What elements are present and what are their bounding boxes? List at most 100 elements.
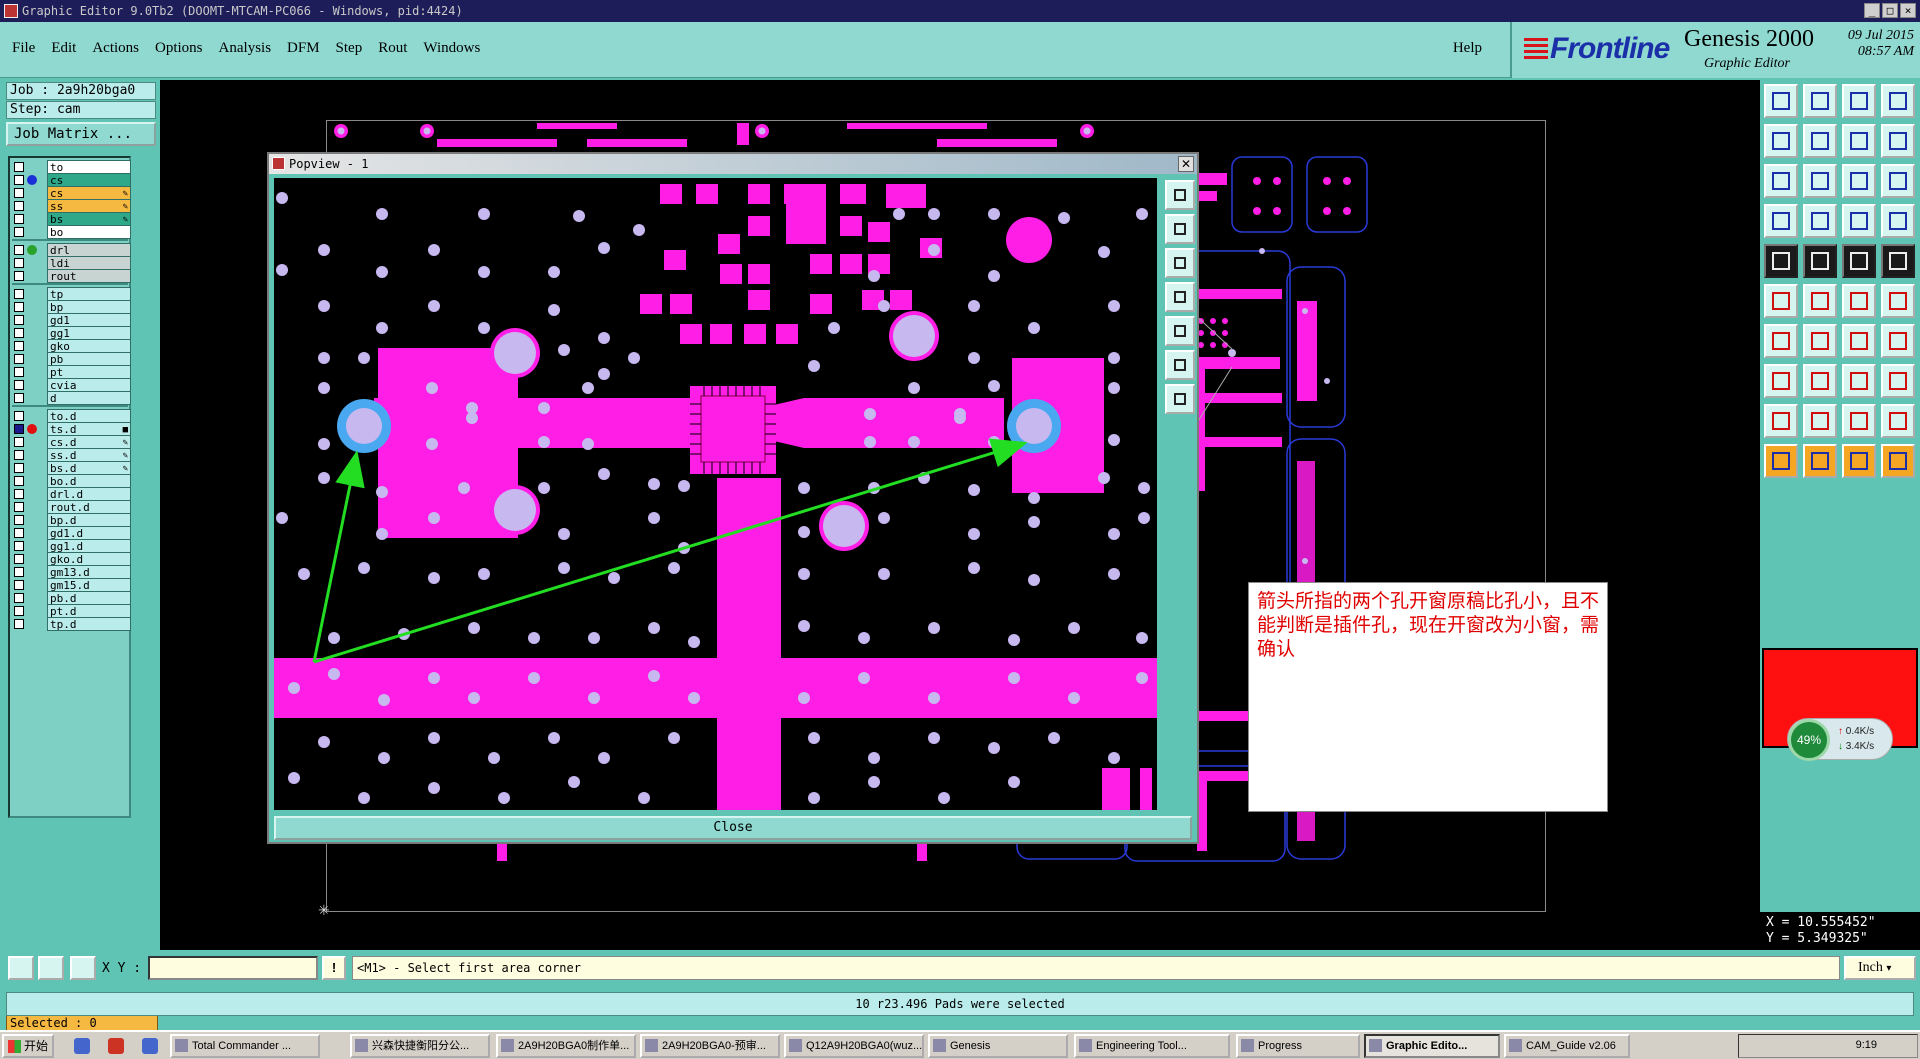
arc-icon[interactable] bbox=[1842, 324, 1876, 358]
quicklaunch-icon[interactable] bbox=[142, 1038, 158, 1054]
taskbar-item[interactable]: Genesis bbox=[928, 1034, 1068, 1058]
layer-name[interactable]: gd1.d bbox=[47, 526, 131, 540]
xy-input[interactable] bbox=[148, 956, 318, 980]
layer-row[interactable]: bp.d bbox=[12, 513, 131, 527]
cross-snap-icon[interactable] bbox=[1881, 204, 1915, 238]
layer-row[interactable]: bs.d ✎ bbox=[12, 461, 131, 475]
layer-name[interactable]: rout.d bbox=[47, 500, 131, 514]
layer-name[interactable]: rout bbox=[47, 269, 131, 283]
snap-icon[interactable] bbox=[8, 956, 34, 980]
layer-name[interactable]: ldi bbox=[47, 256, 131, 270]
hand-icon[interactable] bbox=[1764, 204, 1798, 238]
layer-row[interactable]: gko bbox=[12, 339, 131, 353]
text-icon[interactable] bbox=[1881, 324, 1915, 358]
layer-checkbox[interactable] bbox=[14, 162, 24, 172]
scale-icon[interactable] bbox=[1842, 164, 1876, 198]
layer-row[interactable]: d bbox=[12, 391, 131, 405]
connect-icon[interactable] bbox=[1842, 284, 1876, 318]
layer-row[interactable]: to.d bbox=[12, 409, 131, 423]
layer-name[interactable]: cvia bbox=[47, 378, 131, 392]
layer-checkbox[interactable] bbox=[14, 411, 24, 421]
layer-row[interactable]: gg1 bbox=[12, 326, 131, 340]
edit-line-icon[interactable] bbox=[1764, 324, 1798, 358]
layer-checkbox[interactable] bbox=[14, 175, 24, 185]
layer-name[interactable]: cs.d ✎ bbox=[47, 435, 131, 449]
start-button[interactable]: 开始 bbox=[2, 1034, 54, 1058]
taskbar-item[interactable]: Total Commander ... bbox=[170, 1034, 320, 1058]
layer-row[interactable]: to bbox=[12, 160, 131, 174]
layer-row[interactable]: bs ✎ bbox=[12, 212, 131, 226]
prev-icon[interactable] bbox=[1764, 124, 1798, 158]
slot-icon[interactable] bbox=[1881, 284, 1915, 318]
taskbar-item[interactable]: Graphic Edito... bbox=[1364, 1034, 1500, 1058]
move-icon[interactable] bbox=[1764, 364, 1798, 398]
grid-icon[interactable] bbox=[70, 956, 96, 980]
unit-select[interactable]: Inch ▾ bbox=[1844, 956, 1916, 980]
layer-name[interactable]: pb.d bbox=[47, 591, 131, 605]
layer-name[interactable]: gm13.d bbox=[47, 565, 131, 579]
layer-checkbox[interactable] bbox=[14, 367, 24, 377]
layer-checkbox[interactable] bbox=[14, 541, 24, 551]
layer-name[interactable]: pt bbox=[47, 365, 131, 379]
layer-row[interactable]: drl.d bbox=[12, 487, 131, 501]
layer-name[interactable]: pb bbox=[47, 352, 131, 366]
layer-checkbox[interactable] bbox=[14, 528, 24, 538]
taskbar-item[interactable]: CAM_Guide v2.06 bbox=[1504, 1034, 1630, 1058]
layer-row[interactable]: bo bbox=[12, 225, 131, 239]
select-add-icon[interactable] bbox=[1803, 444, 1837, 478]
layer-row[interactable]: bo.d bbox=[12, 474, 131, 488]
layer-checkbox[interactable] bbox=[14, 476, 24, 486]
menu-dfm[interactable]: DFM bbox=[287, 40, 320, 57]
layer-checkbox[interactable] bbox=[14, 515, 24, 525]
layer-name[interactable]: tp bbox=[47, 287, 131, 301]
layer-name[interactable]: gd1 bbox=[47, 313, 131, 327]
layer-row[interactable]: pt.d bbox=[12, 604, 131, 618]
taskbar-item[interactable]: 2A9H20BGA0制作单... bbox=[496, 1034, 636, 1058]
layer-row[interactable]: pt bbox=[12, 365, 131, 379]
layer-checkbox[interactable] bbox=[14, 393, 24, 403]
outline-icon[interactable] bbox=[1881, 404, 1915, 438]
layer-name[interactable]: tp.d bbox=[47, 617, 131, 631]
maximize-button[interactable]: □ bbox=[1882, 3, 1898, 18]
menu-file[interactable]: File bbox=[12, 40, 35, 57]
taskbar-item[interactable]: Q12A9H20BGA0(wuz... bbox=[784, 1034, 924, 1058]
layer-row[interactable]: gko.d bbox=[12, 552, 131, 566]
layer-row[interactable]: rout bbox=[12, 269, 131, 283]
layer-checkbox[interactable] bbox=[14, 580, 24, 590]
layer-name[interactable]: drl.d bbox=[47, 487, 131, 501]
layer-checkbox[interactable] bbox=[14, 593, 24, 603]
help-icon[interactable] bbox=[1881, 164, 1915, 198]
surface-icon[interactable] bbox=[1842, 404, 1876, 438]
layer-name[interactable]: ts.d ■ bbox=[47, 422, 131, 436]
layer-name[interactable]: cs ✎ bbox=[47, 186, 131, 200]
layer-name[interactable]: bp bbox=[47, 300, 131, 314]
layer-row[interactable]: gd1 bbox=[12, 313, 131, 327]
circle-icon[interactable] bbox=[1881, 244, 1915, 278]
layer-row[interactable]: cs.d ✎ bbox=[12, 435, 131, 449]
mirror-icon[interactable] bbox=[1803, 364, 1837, 398]
popview-canvas[interactable] bbox=[274, 178, 1157, 810]
pad-icon[interactable] bbox=[1764, 244, 1798, 278]
layer-name[interactable]: gko bbox=[47, 339, 131, 353]
popview-pan-left-button[interactable] bbox=[1165, 282, 1195, 312]
layer-checkbox[interactable] bbox=[14, 201, 24, 211]
layer-checkbox[interactable] bbox=[14, 380, 24, 390]
layer-checkbox[interactable] bbox=[14, 302, 24, 312]
menu-edit[interactable]: Edit bbox=[51, 40, 76, 57]
layer-row[interactable]: ts.d ■ bbox=[12, 422, 131, 436]
taskbar-item[interactable]: 兴森快捷衡阳分公... bbox=[350, 1034, 490, 1058]
cut-icon[interactable] bbox=[1803, 284, 1837, 318]
menu-options[interactable]: Options bbox=[155, 40, 203, 57]
step-icon[interactable] bbox=[1842, 124, 1876, 158]
measure-icon[interactable] bbox=[38, 956, 64, 980]
layer-row[interactable]: gd1.d bbox=[12, 526, 131, 540]
layer-row[interactable]: pb.d bbox=[12, 591, 131, 605]
layer-row[interactable]: cs ✎ bbox=[12, 186, 131, 200]
layer-checkbox[interactable] bbox=[14, 341, 24, 351]
layer-checkbox[interactable] bbox=[14, 489, 24, 499]
select-area-icon[interactable] bbox=[1842, 444, 1876, 478]
layer-checkbox[interactable] bbox=[14, 554, 24, 564]
layer-row[interactable]: ss.d ✎ bbox=[12, 448, 131, 462]
taskbar-item[interactable]: Progress bbox=[1236, 1034, 1360, 1058]
layer-checkbox[interactable] bbox=[14, 567, 24, 577]
